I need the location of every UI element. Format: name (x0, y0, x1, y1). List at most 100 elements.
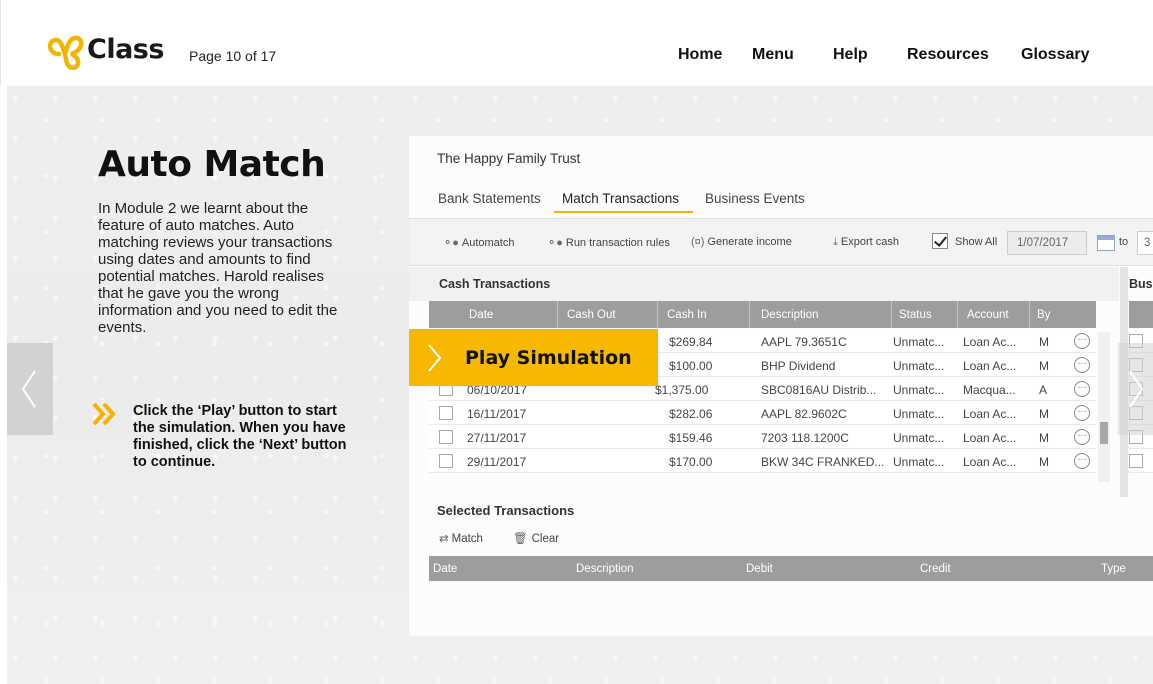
column-divider (557, 301, 558, 328)
column-divider (891, 301, 892, 328)
clear-button[interactable]: 🗑 Clear (513, 531, 559, 545)
cell-description: AAPL 79.3651C (761, 335, 847, 349)
trash-icon: 🗑 (513, 533, 528, 545)
export-icon: ⤓ (833, 236, 838, 248)
calendar-icon[interactable] (1097, 235, 1115, 251)
lesson-body: In Module 2 we learnt about the feature … (98, 200, 338, 336)
previous-button[interactable] (7, 343, 53, 435)
cell-description: AAPL 82.9602C (761, 407, 847, 421)
column-debit[interactable]: Debit (746, 563, 773, 575)
column-credit[interactable]: Credit (920, 563, 951, 575)
more-options-icon[interactable]: ⋯ (1074, 429, 1090, 445)
date-to-field[interactable]: 3 (1137, 231, 1153, 255)
nav-menu[interactable]: Menu (752, 46, 794, 64)
cell-status: Unmatc... (893, 455, 945, 469)
logo-mark-icon (47, 35, 84, 70)
nav-help[interactable]: Help (833, 46, 868, 64)
rules-icon: ⚬● (547, 237, 563, 249)
column-by[interactable]: By (1037, 309, 1050, 321)
more-options-icon[interactable]: ⋯ (1074, 381, 1090, 397)
cell-status: Unmatc... (893, 359, 945, 373)
cell-by: M (1039, 407, 1049, 421)
show-all-checkbox[interactable] (932, 233, 948, 249)
cell-account: Loan Ac... (963, 359, 1017, 373)
cell-cash-in: $100.00 (669, 359, 713, 373)
column-cash-in[interactable]: Cash In (667, 309, 707, 321)
match-label: Match (451, 533, 483, 545)
column-date[interactable]: Date (469, 309, 493, 321)
play-simulation-button[interactable]: Play Simulation (409, 329, 658, 386)
run-rules-button[interactable]: ⚬● Run transaction rules (547, 236, 670, 249)
run-rules-label: Run transaction rules (565, 237, 670, 249)
double-chevron-icon (92, 402, 116, 426)
column-type[interactable]: Type (1101, 563, 1126, 575)
cell-account: Macqua... (963, 383, 1016, 397)
business-events-title: Bus (1129, 277, 1153, 291)
cell-status: Unmatc... (893, 407, 945, 421)
column-cash-out[interactable]: Cash Out (567, 309, 616, 321)
column-status[interactable]: Status (899, 309, 932, 321)
show-all-label: Show All (955, 236, 998, 248)
column-description[interactable]: Description (761, 309, 819, 321)
class-logo[interactable]: Class (45, 34, 175, 70)
table-row[interactable]: 29/11/2017 $170.00 BKW 34C FRANKED... Un… (429, 449, 1096, 473)
cell-by: M (1039, 335, 1049, 349)
cell-date: 16/11/2017 (467, 407, 527, 421)
clear-label: Clear (531, 533, 560, 545)
row-checkbox[interactable] (1129, 454, 1143, 468)
generate-income-button[interactable]: (¤) Generate income (691, 236, 792, 248)
column-account[interactable]: Account (967, 309, 1009, 321)
to-label: to (1119, 236, 1129, 248)
cash-grid-header: Date Cash Out Cash In Description Status… (429, 301, 1096, 328)
cell-date: 27/11/2017 (467, 431, 527, 445)
cell-status: Unmatc... (893, 383, 945, 397)
tab-match-transactions[interactable]: Match Transactions (562, 191, 679, 206)
next-button[interactable] (1118, 343, 1153, 435)
chevron-right-icon (428, 344, 442, 372)
entity-title: The Happy Family Trust (437, 151, 581, 166)
column-description[interactable]: Description (576, 563, 634, 575)
more-options-icon[interactable]: ⋯ (1074, 357, 1090, 373)
lesson-title: Auto Match (98, 144, 326, 185)
selected-grid-header: Date Description Debit Credit Type (429, 556, 1153, 581)
table-row[interactable]: 27/11/2017 $159.46 7203 118.1200C Unmatc… (429, 425, 1096, 449)
cell-by: M (1039, 359, 1049, 373)
nav-resources[interactable]: Resources (907, 46, 989, 64)
cell-cash-in: $269.84 (669, 335, 713, 349)
match-icon: ⇄ (439, 533, 449, 545)
table-row[interactable]: 16/11/2017 $282.06 AAPL 82.9602C Unmatc.… (429, 401, 1096, 425)
scrollbar-thumb[interactable] (1100, 422, 1108, 444)
business-row[interactable] (1129, 449, 1153, 473)
export-cash-button[interactable]: ⤓ Export cash (833, 236, 899, 249)
tab-business-events[interactable]: Business Events (705, 191, 805, 206)
row-checkbox[interactable] (439, 406, 453, 420)
tab-bank-statements[interactable]: Bank Statements (438, 191, 541, 206)
cell-status: Unmatc... (893, 335, 945, 349)
automatch-button[interactable]: ⚬● Automatch (443, 236, 514, 249)
cell-description: BKW 34C FRANKED... (761, 455, 885, 469)
nav-glossary[interactable]: Glossary (1021, 46, 1089, 64)
column-divider (749, 301, 750, 328)
income-icon: (¤) (691, 236, 705, 248)
nav-home[interactable]: Home (678, 46, 722, 64)
row-checkbox[interactable] (439, 430, 453, 444)
column-date[interactable]: Date (433, 563, 457, 575)
table-scrollbar[interactable] (1098, 332, 1110, 482)
cell-description: BHP Dividend (761, 359, 836, 373)
page-counter: Page 10 of 17 (189, 48, 277, 64)
automatch-label: Automatch (461, 237, 515, 249)
more-options-icon[interactable]: ⋯ (1074, 333, 1090, 349)
date-from-field[interactable]: 1/07/2017 (1007, 231, 1087, 255)
match-button[interactable]: ⇄ Match (439, 531, 483, 545)
row-checkbox[interactable] (439, 454, 453, 468)
toolbar: ⚬● Automatch ⚬● Run transaction rules (¤) G… (409, 218, 1153, 266)
cell-cash-in: $1,375.00 (655, 383, 709, 397)
cell-cash-in: $282.06 (669, 407, 713, 421)
more-options-icon[interactable]: ⋯ (1074, 453, 1090, 469)
cell-account: Loan Ac... (963, 407, 1017, 421)
cell-cash-in: $170.00 (669, 455, 713, 469)
logo-text: Class (87, 34, 164, 65)
page: Class Page 10 of 17 Home Menu Help Resou… (0, 0, 1153, 684)
header: Class Page 10 of 17 Home Menu Help Resou… (0, 0, 1153, 86)
more-options-icon[interactable]: ⋯ (1074, 405, 1090, 421)
